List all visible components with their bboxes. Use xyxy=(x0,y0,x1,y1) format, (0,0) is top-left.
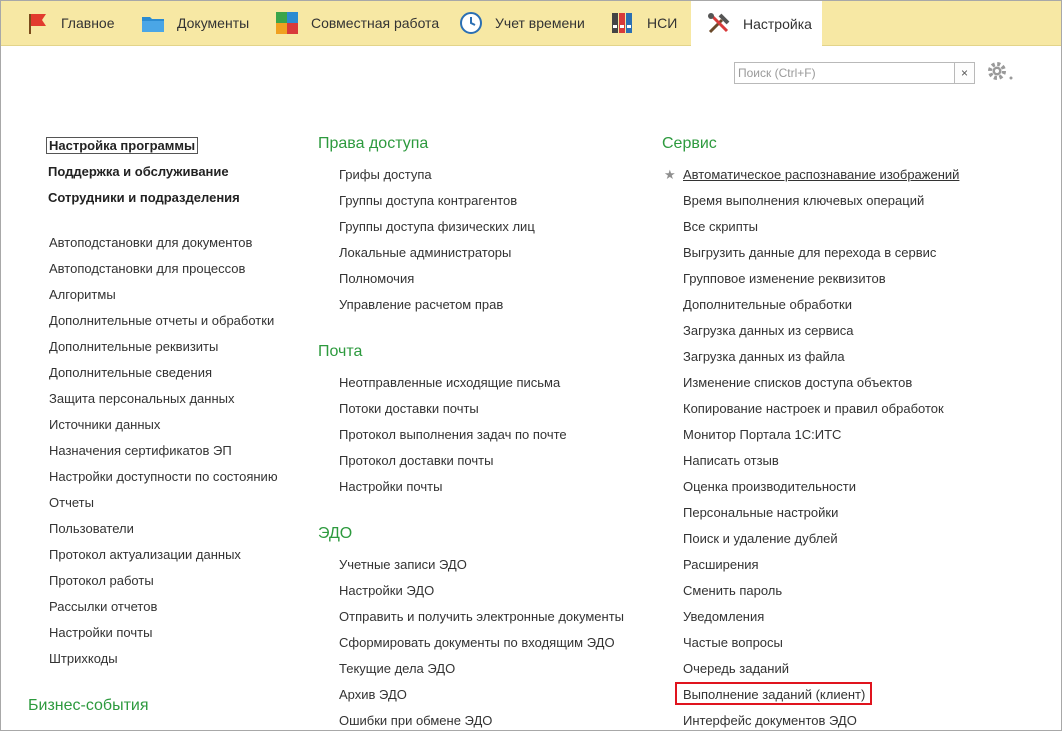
service-menu-item[interactable]: Поиск и удаление дублей xyxy=(683,531,838,546)
service-menu-item[interactable]: Очередь заданий xyxy=(683,661,789,676)
service-menu-item[interactable]: Загрузка данных из файла xyxy=(683,349,845,364)
left-menu-item[interactable]: Протокол работы xyxy=(49,573,154,588)
tab-label: Главное xyxy=(61,15,115,31)
middle-menu-item[interactable]: Учетные записи ЭДО xyxy=(339,557,467,572)
service-menu-item[interactable]: Написать отзыв xyxy=(683,453,779,468)
menu-item-support[interactable]: Поддержка и обслуживание xyxy=(48,164,229,179)
tab-nsi[interactable]: НСИ xyxy=(609,1,677,45)
middle-menu-item[interactable]: Грифы доступа xyxy=(339,167,432,182)
window: Главное Документы Совместная работа Учет… xyxy=(0,0,1062,731)
clock-icon xyxy=(457,9,485,37)
service-menu-item[interactable]: Расширения xyxy=(683,557,759,572)
middle-menu-item[interactable]: Потоки доставки почты xyxy=(339,401,479,416)
flag-icon xyxy=(23,9,51,37)
left-menu-item[interactable]: Алгоритмы xyxy=(49,287,116,302)
service-menu-item[interactable]: Уведомления xyxy=(683,609,764,624)
menu-item-employees[interactable]: Сотрудники и подразделения xyxy=(48,190,240,205)
left-menu-item[interactable]: Автоподстановки для документов xyxy=(49,235,252,250)
service-menu-item[interactable]: Частые вопросы xyxy=(683,635,783,650)
service-menu-item[interactable]: Монитор Портала 1С:ИТС xyxy=(683,427,841,442)
middle-menu-item[interactable]: Группы доступа контрагентов xyxy=(339,193,517,208)
middle-menu-item[interactable]: Неотправленные исходящие письма xyxy=(339,375,560,390)
service-menu-item[interactable]: Выгрузить данные для перехода в сервис xyxy=(683,245,936,260)
middle-menu-item[interactable]: Локальные администраторы xyxy=(339,245,511,260)
tab-label: Учет времени xyxy=(495,15,585,31)
tab-collaboration[interactable]: Совместная работа xyxy=(273,1,439,45)
middle-menu-item[interactable]: Текущие дела ЭДО xyxy=(339,661,455,676)
service-menu-item[interactable]: Групповое изменение реквизитов xyxy=(683,271,886,286)
left-menu-item[interactable]: Автоподстановки для процессов xyxy=(49,261,245,276)
tab-label: НСИ xyxy=(647,15,678,31)
left-menu-item[interactable]: Дополнительные реквизиты xyxy=(49,339,218,354)
settings-gear-button[interactable] xyxy=(985,59,1015,85)
middle-menu-item[interactable]: Настройки почты xyxy=(339,479,442,494)
service-menu-item[interactable]: Копирование настроек и правил обработок xyxy=(683,401,944,416)
service-menu-item[interactable]: Автоматическое распознавание изображений xyxy=(683,167,959,182)
section-title-mail: Почта xyxy=(318,343,363,360)
middle-menu-item[interactable]: Настройки ЭДО xyxy=(339,583,434,598)
left-menu-item[interactable]: Назначения сертификатов ЭП xyxy=(49,443,232,458)
service-menu-item[interactable]: Персональные настройки xyxy=(683,505,838,520)
middle-menu-item[interactable]: Управление расчетом прав xyxy=(339,297,503,312)
tab-settings[interactable]: Настройка xyxy=(691,1,822,46)
middle-menu-item[interactable]: Полномочия xyxy=(339,271,414,286)
service-menu-item[interactable]: Изменение списков доступа объектов xyxy=(683,375,912,390)
tools-icon xyxy=(705,10,733,38)
middle-menu-item[interactable]: Группы доступа физических лиц xyxy=(339,219,535,234)
middle-menu-item[interactable]: Отправить и получить электронные докумен… xyxy=(339,609,624,624)
gear-icon xyxy=(988,62,1013,80)
section-title-access-rights: Права доступа xyxy=(318,135,429,152)
tab-label: Настройка xyxy=(743,15,812,32)
service-menu-item[interactable]: Время выполнения ключевых операций xyxy=(683,193,924,208)
left-menu-item[interactable]: Дополнительные сведения xyxy=(49,365,212,380)
service-menu-item[interactable]: Загрузка данных из сервиса xyxy=(683,323,854,338)
puzzle-icon xyxy=(273,9,301,37)
tab-documents[interactable]: Документы xyxy=(139,1,249,45)
left-menu-item[interactable]: Штрихкоды xyxy=(49,651,118,666)
binders-icon xyxy=(609,9,637,37)
service-menu-item[interactable]: Дополнительные обработки xyxy=(683,297,852,312)
service-menu-item[interactable]: Все скрипты xyxy=(683,219,758,234)
left-menu-item[interactable]: Настройки доступности по состоянию xyxy=(49,469,278,484)
left-menu-item[interactable]: Отчеты xyxy=(49,495,94,510)
middle-menu-item[interactable]: Ошибки при обмене ЭДО xyxy=(339,713,492,728)
middle-menu-item[interactable]: Протокол доставки почты xyxy=(339,453,493,468)
left-menu-item[interactable]: Настройки почты xyxy=(49,625,152,640)
middle-menu-item[interactable]: Сформировать документы по входящим ЭДО xyxy=(339,635,615,650)
tab-label: Совместная работа xyxy=(311,15,440,31)
folder-icon xyxy=(139,9,167,37)
tab-main[interactable]: Главное xyxy=(23,1,115,45)
section-tabbar: Главное Документы Совместная работа Учет… xyxy=(1,1,1061,46)
tab-label: Документы xyxy=(177,15,250,31)
section-title-business-events[interactable]: Бизнес-события xyxy=(28,697,149,715)
middle-menu-item[interactable]: Протокол выполнения задач по почте xyxy=(339,427,567,442)
search-clear-button[interactable]: × xyxy=(954,62,975,84)
star-icon: ★ xyxy=(664,167,676,182)
section-title-edo: ЭДО xyxy=(318,525,353,542)
left-menu-item[interactable]: Рассылки отчетов xyxy=(49,599,157,614)
middle-menu-item[interactable]: Архив ЭДО xyxy=(339,687,407,702)
tab-time-tracking[interactable]: Учет времени xyxy=(457,1,585,45)
menu-item-program-settings[interactable]: Настройка программы xyxy=(46,137,199,154)
section-title-service: Сервис xyxy=(662,135,717,152)
service-menu-item[interactable]: Интерфейс документов ЭДО xyxy=(683,713,857,728)
service-menu-item[interactable]: Сменить пароль xyxy=(683,583,782,598)
service-menu-item[interactable]: Выполнение заданий (клиент) xyxy=(683,687,865,702)
service-menu-item[interactable]: Оценка производительности xyxy=(683,479,856,494)
left-menu-item[interactable]: Источники данных xyxy=(49,417,160,432)
left-menu-item[interactable]: Защита персональных данных xyxy=(49,391,235,406)
left-menu-item[interactable]: Протокол актуализации данных xyxy=(49,547,241,562)
search-input[interactable] xyxy=(734,62,960,84)
left-menu-item[interactable]: Дополнительные отчеты и обработки xyxy=(49,313,274,328)
left-menu-item[interactable]: Пользователи xyxy=(49,521,134,536)
close-icon: × xyxy=(960,66,968,80)
